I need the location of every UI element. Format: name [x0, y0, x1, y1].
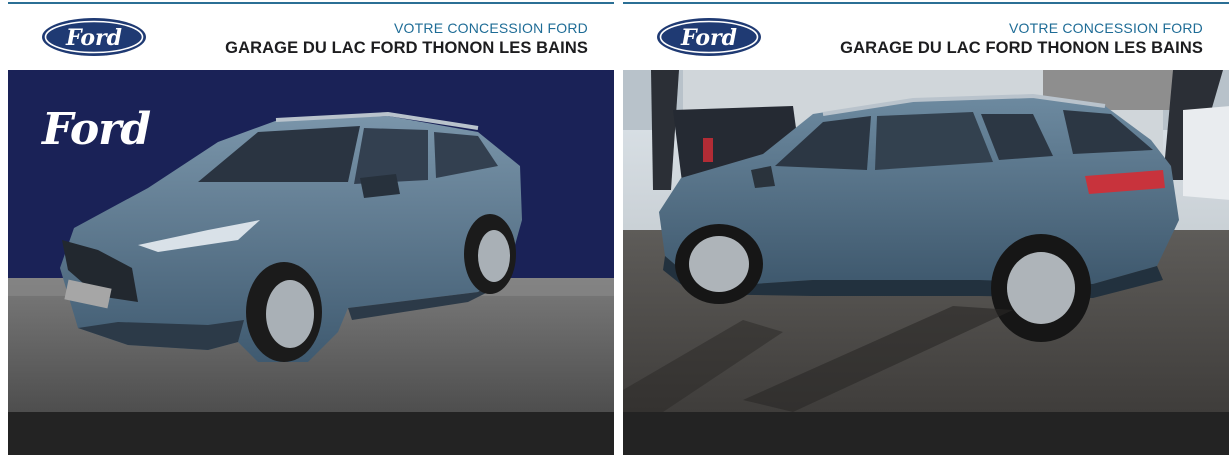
vehicle-photo-front: Ford	[8, 70, 614, 412]
dealer-subtitle: VOTRE CONCESSION FORD	[1009, 20, 1203, 36]
dealer-info: VOTRE CONCESSION FORD GARAGE DU LAC FORD…	[225, 20, 588, 58]
photo-gallery: Ford VOTRE CONCESSION FORD GARAGE DU LAC…	[0, 0, 1231, 455]
dealer-info: VOTRE CONCESSION FORD GARAGE DU LAC FORD…	[840, 20, 1203, 58]
ford-oval-logo-icon: Ford	[657, 18, 761, 56]
logo-text: Ford	[65, 25, 122, 51]
dealer-header: Ford VOTRE CONCESSION FORD GARAGE DU LAC…	[623, 4, 1229, 70]
dealer-name: GARAGE DU LAC FORD THONON LES BAINS	[840, 39, 1203, 57]
ford-oval-logo-icon: Ford	[42, 18, 146, 56]
card-footer-bar	[623, 412, 1229, 455]
card-footer-bar	[8, 412, 614, 455]
dealer-name: GARAGE DU LAC FORD THONON LES BAINS	[225, 39, 588, 57]
vehicle-photo-card-front[interactable]: Ford VOTRE CONCESSION FORD GARAGE DU LAC…	[8, 0, 614, 455]
dealer-header: Ford VOTRE CONCESSION FORD GARAGE DU LAC…	[8, 4, 614, 70]
vehicle-photo-side	[623, 70, 1229, 412]
backdrop-ford-logo: Ford	[42, 104, 151, 155]
vehicle-photo-card-side[interactable]: Ford VOTRE CONCESSION FORD GARAGE DU LAC…	[623, 0, 1229, 455]
logo-text: Ford	[680, 25, 737, 51]
dealer-subtitle: VOTRE CONCESSION FORD	[394, 20, 588, 36]
